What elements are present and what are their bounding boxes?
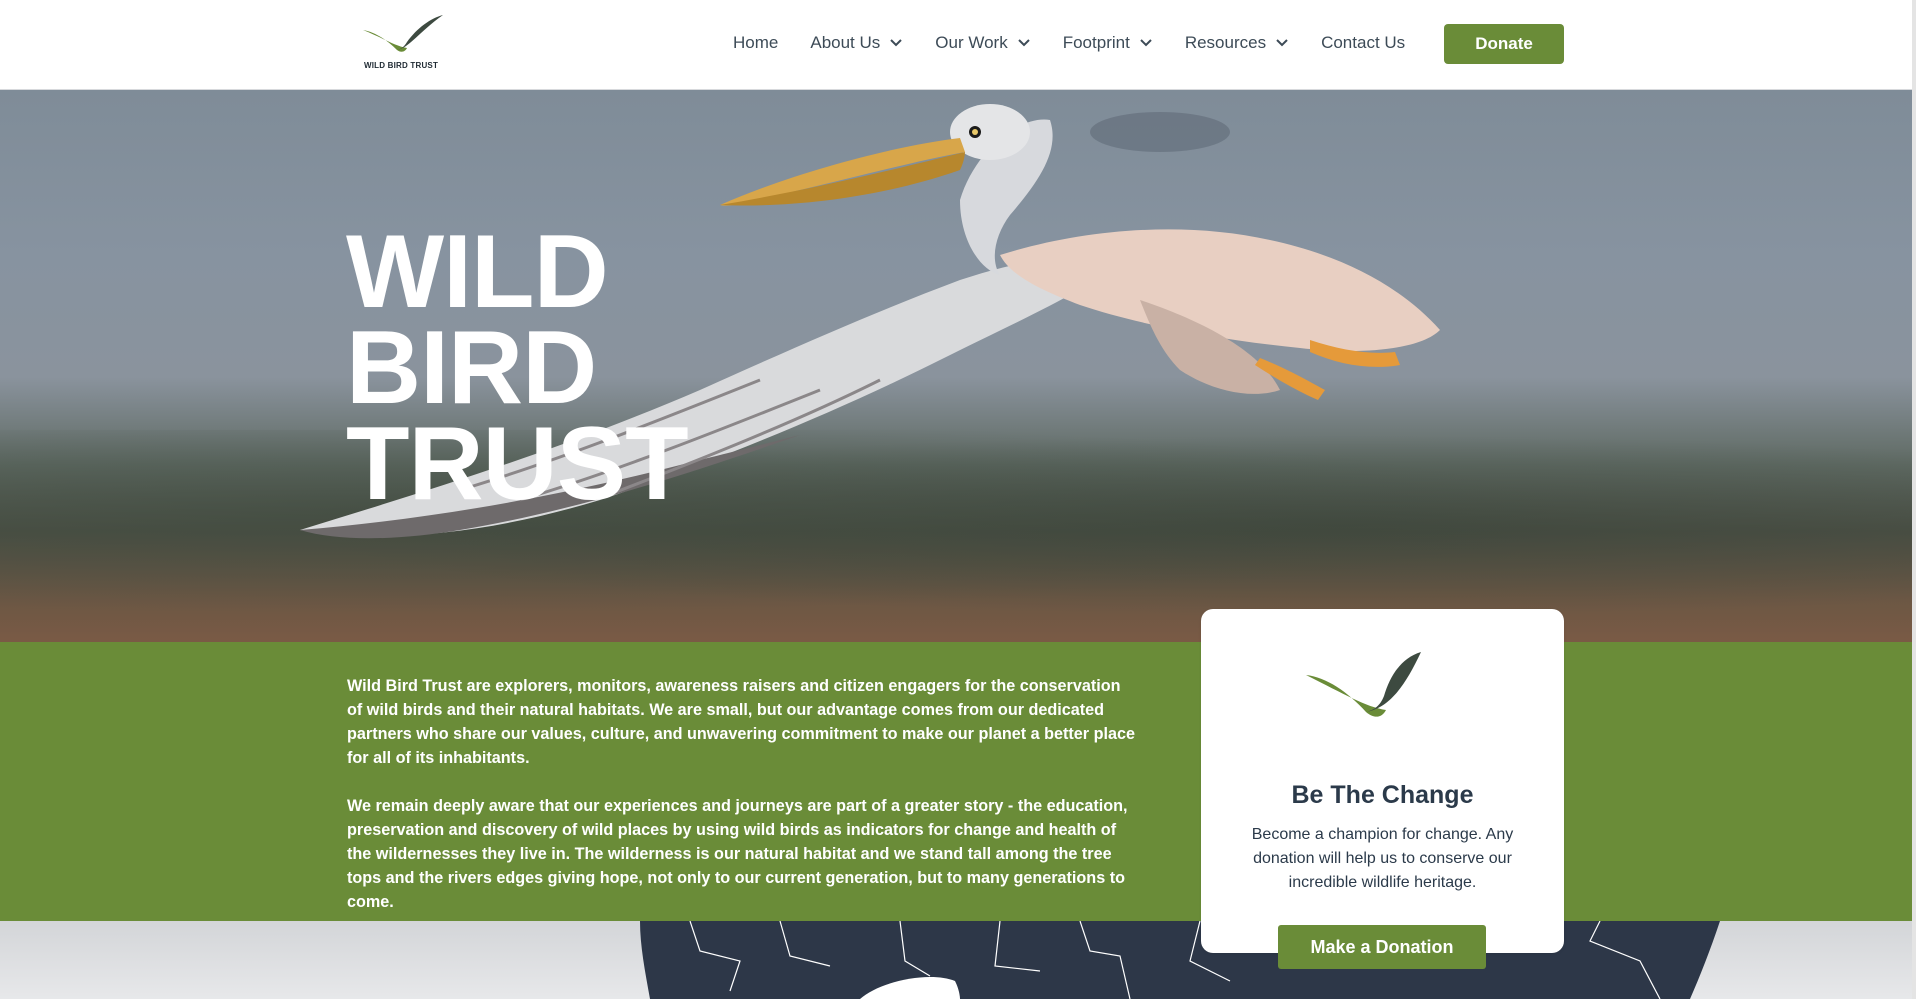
card-text: Become a champion for change. Any donati… [1251, 826, 1514, 891]
hero-title: WILD BIRD TRUST [346, 214, 689, 522]
nav-contact-us-label: Contact Us [1321, 33, 1406, 52]
nav-contact-us[interactable]: Contact Us [1321, 33, 1405, 53]
africa-map-image [640, 921, 1720, 999]
nav-home[interactable]: Home [733, 33, 778, 53]
site-logo[interactable]: WILD BIRD TRUST [361, 12, 449, 74]
donation-card: Be The Change Become a champion for chan… [1201, 609, 1564, 953]
hero-title-line: WILD [346, 214, 609, 330]
nav-resources[interactable]: Resources [1185, 33, 1289, 53]
nav-about-us[interactable]: About Us [810, 33, 903, 53]
bird-logo-icon [363, 15, 443, 52]
main-nav: Home About Us Our Work Footprint Resourc… [733, 0, 1437, 86]
nav-about-us-label: About Us [810, 33, 881, 52]
chevron-down-icon [1018, 39, 1030, 47]
hero-title-line: TRUST [346, 406, 689, 522]
make-donation-button[interactable]: Make a Donation [1278, 925, 1486, 969]
intro-section: Wild Bird Trust are explorers, monitors,… [0, 642, 1916, 921]
nav-home-label: Home [733, 33, 779, 52]
nav-footprint[interactable]: Footprint [1063, 33, 1153, 53]
nav-footprint-label: Footprint [1062, 33, 1130, 52]
chevron-down-icon [1276, 39, 1288, 47]
logo-text: WILD BIRD TRUST [363, 61, 439, 70]
map-section [0, 921, 1916, 999]
nav-our-work-label: Our Work [935, 33, 1008, 52]
site-header: WILD BIRD TRUST Home About Us Our Work F… [0, 0, 1916, 90]
nav-our-work[interactable]: Our Work [935, 33, 1030, 53]
bird-logo-icon [1306, 652, 1421, 717]
hero-title-line: BIRD [346, 310, 597, 426]
chevron-down-icon [890, 39, 903, 47]
nav-resources-label: Resources [1184, 33, 1267, 52]
hero-banner: WILD BIRD TRUST [0, 90, 1916, 642]
card-title: Be The Change [1291, 781, 1474, 809]
intro-paragraph-2: We remain deeply aware that our experien… [347, 797, 1128, 911]
pelican-image [300, 104, 1440, 539]
donate-button[interactable]: Donate [1444, 24, 1564, 64]
page-scrollbar[interactable] [1912, 0, 1916, 999]
intro-paragraph-1: Wild Bird Trust are explorers, monitors,… [347, 677, 1135, 767]
chevron-down-icon [1140, 39, 1152, 47]
